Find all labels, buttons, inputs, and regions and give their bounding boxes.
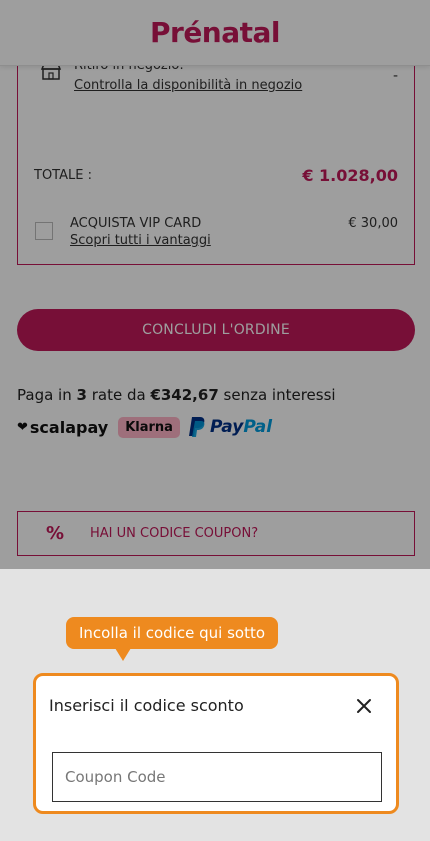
close-button[interactable] xyxy=(352,694,376,718)
coupon-dialog: Inserisci il codice sconto xyxy=(33,673,399,814)
close-icon xyxy=(357,699,371,713)
coupon-tooltip: Incolla il codice qui sotto xyxy=(66,617,279,649)
coupon-code-input[interactable] xyxy=(52,752,382,802)
page-overlay[interactable] xyxy=(0,0,430,569)
coupon-dialog-title: Inserisci il codice sconto xyxy=(49,696,244,715)
tooltip-arrow xyxy=(115,648,131,661)
